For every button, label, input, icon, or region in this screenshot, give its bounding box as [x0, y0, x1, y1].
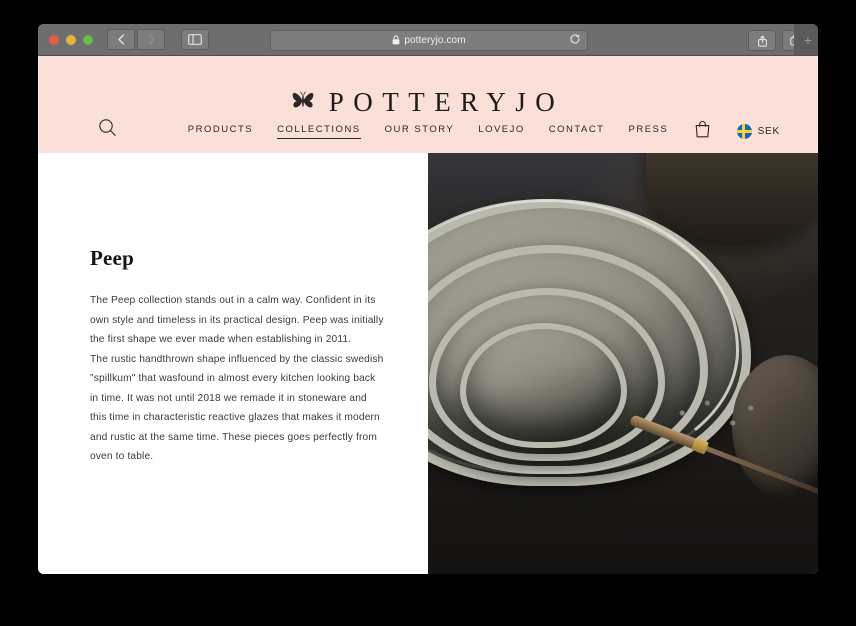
currency-code: SEK — [757, 126, 780, 137]
butterfly-icon — [292, 90, 314, 116]
nav-item-collections[interactable]: COLLECTIONS — [277, 124, 361, 139]
shopping-bag-icon — [694, 121, 711, 142]
currency-selector[interactable]: SEK — [736, 124, 780, 139]
zoom-window-button[interactable] — [83, 34, 93, 45]
nav-item-our-story[interactable]: OUR STORY — [385, 124, 455, 139]
browser-window: potteryjo.com + POTTERYJO PRODUCTS COLLE… — [38, 24, 818, 574]
reload-icon — [569, 32, 581, 50]
browser-toolbar: potteryjo.com + — [38, 24, 818, 56]
page-title: Peep — [90, 246, 134, 270]
sidebar-toggle-icon — [188, 34, 202, 45]
sweden-flag-icon — [736, 124, 752, 139]
cart-button[interactable] — [694, 120, 711, 143]
collection-photo — [428, 153, 818, 574]
collection-copy-pane: Peep The Peep collection stands out in a… — [38, 153, 428, 574]
share-button[interactable] — [748, 30, 776, 51]
address-bar-url: potteryjo.com — [404, 35, 466, 46]
padlock-icon — [392, 32, 400, 50]
site-wordmark: POTTERYJO — [328, 87, 565, 117]
share-icon — [757, 35, 768, 47]
nav-item-lovejo[interactable]: LOVEJO — [478, 124, 525, 139]
address-bar[interactable]: potteryjo.com — [270, 30, 588, 51]
sidebar-toggle-button[interactable] — [181, 29, 209, 50]
collection-paragraph-1: The Peep collection stands out in a calm… — [90, 295, 384, 345]
chevron-left-icon — [117, 34, 126, 45]
nav-item-press[interactable]: PRESS — [629, 124, 669, 139]
collection-copy: Peep The Peep collection stands out in a… — [90, 246, 385, 467]
close-window-button[interactable] — [49, 34, 59, 45]
new-tab-button[interactable]: + — [794, 24, 818, 55]
navigation-buttons — [107, 29, 209, 50]
site-header: POTTERYJO PRODUCTS COLLECTIONS OUR STORY… — [38, 56, 818, 153]
toolbar-right-actions: + — [748, 24, 818, 55]
header-utilities: SEK — [694, 120, 780, 143]
back-button[interactable] — [107, 29, 135, 50]
minimize-window-button[interactable] — [66, 34, 76, 45]
collection-paragraph-2: The rustic handthrown shape influenced b… — [90, 353, 384, 463]
site-logo[interactable]: POTTERYJO — [38, 56, 818, 118]
window-controls — [38, 34, 93, 45]
chevron-right-icon — [147, 34, 156, 45]
forward-button[interactable] — [137, 29, 165, 50]
page-body: Peep The Peep collection stands out in a… — [38, 153, 818, 574]
photo-bowl-small — [460, 323, 627, 449]
nav-item-contact[interactable]: CONTACT — [549, 124, 605, 139]
nav-item-products[interactable]: PRODUCTS — [188, 124, 253, 139]
address-bar-content: potteryjo.com — [392, 32, 466, 50]
reload-button[interactable] — [567, 33, 582, 48]
